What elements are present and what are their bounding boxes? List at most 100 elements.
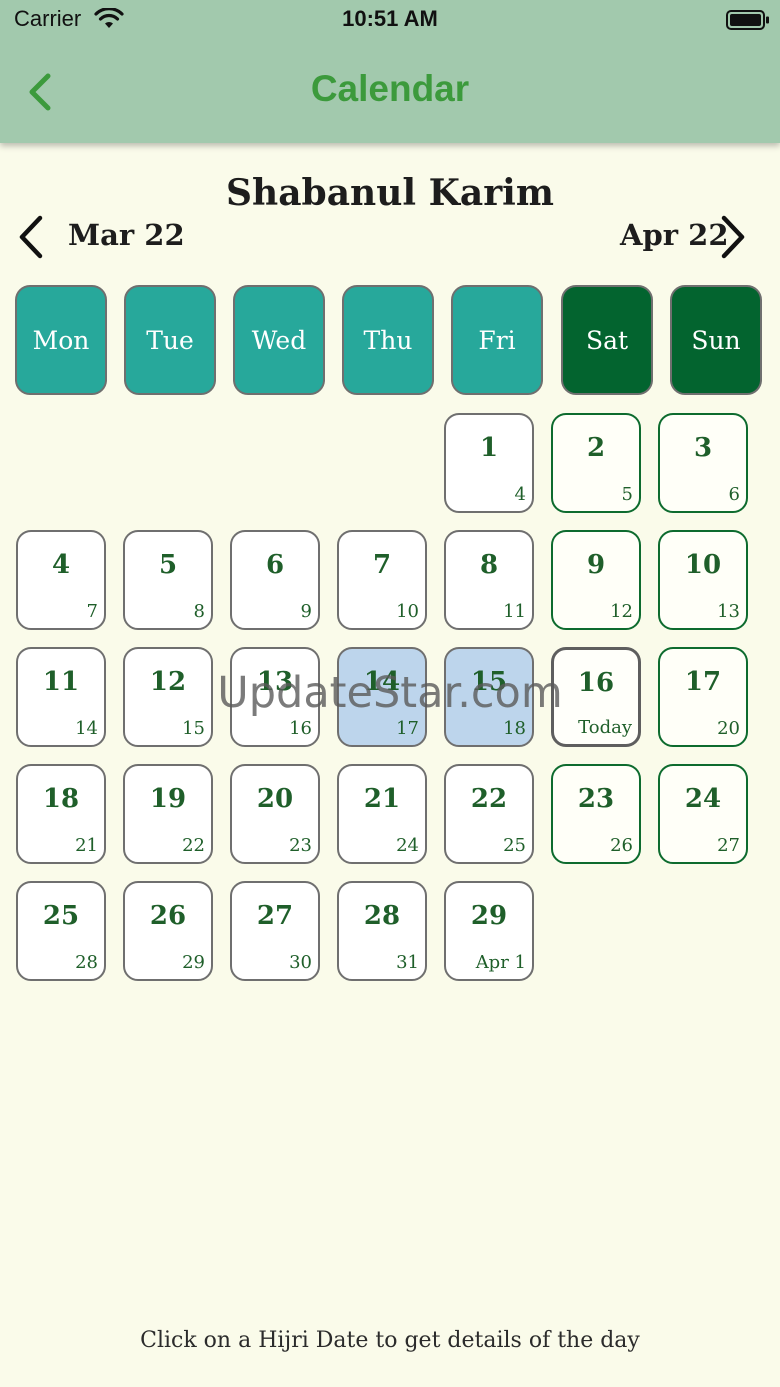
gregorian-date: 8 — [193, 601, 205, 622]
hijri-date: 17 — [684, 667, 722, 697]
today-label: Today — [578, 717, 632, 738]
day-cell-27[interactable]: 27 30 — [230, 881, 320, 981]
gregorian-date: 21 — [75, 835, 98, 856]
hijri-date: 3 — [693, 433, 713, 463]
footer-hint: Click on a Hijri Date to get details of … — [140, 1328, 640, 1353]
day-cell-9[interactable]: 9 12 — [551, 530, 641, 630]
hijri-date: 28 — [363, 901, 401, 931]
nav-title: Calendar — [310, 68, 470, 109]
day-cell-10[interactable]: 10 13 — [658, 530, 748, 630]
day-cell-21[interactable]: 21 24 — [337, 764, 427, 864]
hijri-date: 8 — [479, 550, 499, 580]
gregorian-date: 22 — [182, 835, 205, 856]
hijri-date: 6 — [265, 550, 285, 580]
hijri-date: 27 — [256, 901, 294, 931]
hijri-date: 20 — [256, 784, 294, 814]
hijri-date: 21 — [363, 784, 401, 814]
gregorian-date: 15 — [182, 718, 205, 739]
gregorian-date: 25 — [503, 835, 526, 856]
weekday-sun: Sun — [670, 285, 762, 395]
gregorian-date: 16 — [289, 718, 312, 739]
gregorian-date: 30 — [289, 952, 312, 973]
gregorian-date: 14 — [75, 718, 98, 739]
hijri-date: 18 — [42, 784, 80, 814]
status-time: 10:51 AM — [342, 6, 438, 31]
gregorian-date: 20 — [717, 718, 740, 739]
day-cell-14[interactable]: 14 17 — [337, 647, 427, 747]
weekday-fri: Fri — [451, 285, 543, 395]
day-cell-26[interactable]: 26 29 — [123, 881, 213, 981]
day-cell-4[interactable]: 47 — [16, 530, 106, 630]
day-cell-15[interactable]: 15 18 — [444, 647, 534, 747]
hijri-date: 16 — [577, 668, 615, 698]
gregorian-date: 23 — [289, 835, 312, 856]
day-cell-11[interactable]: 11 14 — [16, 647, 106, 747]
hijri-date: 22 — [470, 784, 508, 814]
day-cell-23[interactable]: 23 26 — [551, 764, 641, 864]
hijri-date: 5 — [158, 550, 178, 580]
hijri-date: 11 — [42, 667, 80, 697]
gregorian-date: 26 — [610, 835, 633, 856]
gregorian-date: 17 — [396, 718, 419, 739]
day-cell-20[interactable]: 20 23 — [230, 764, 320, 864]
weekday-tue: Tue — [124, 285, 216, 395]
gregorian-date: 12 — [610, 601, 633, 622]
hijri-date: 14 — [363, 667, 401, 697]
day-cell-29[interactable]: 29 Apr 1 — [444, 881, 534, 981]
hijri-date: 7 — [372, 550, 392, 580]
hijri-date: 2 — [586, 433, 606, 463]
day-cell-24[interactable]: 24 27 — [658, 764, 748, 864]
hijri-date: 12 — [149, 667, 187, 697]
month-title: Shabanul Karim — [226, 172, 554, 214]
hijri-date: 26 — [149, 901, 187, 931]
weekday-mon: Mon — [15, 285, 107, 395]
gregorian-date: 31 — [396, 952, 419, 973]
hijri-date: 15 — [470, 667, 508, 697]
gregorian-date: 28 — [75, 952, 98, 973]
gregorian-date: 5 — [621, 484, 633, 505]
day-cell-6[interactable]: 69 — [230, 530, 320, 630]
day-cell-17[interactable]: 17 20 — [658, 647, 748, 747]
gregorian-date: 29 — [182, 952, 205, 973]
day-cell-7[interactable]: 7 10 — [337, 530, 427, 630]
gregorian-date: 6 — [728, 484, 740, 505]
chevron-left-icon — [19, 215, 43, 259]
gregorian-date: Apr 1 — [475, 952, 526, 973]
hijri-date: 19 — [149, 784, 187, 814]
gregorian-date: 7 — [86, 601, 98, 622]
chevron-right-icon — [721, 215, 745, 259]
day-cell-19[interactable]: 19 22 — [123, 764, 213, 864]
hijri-date: 24 — [684, 784, 722, 814]
day-cell-5[interactable]: 58 — [123, 530, 213, 630]
day-cell-25[interactable]: 25 28 — [16, 881, 106, 981]
day-cell-18[interactable]: 18 21 — [16, 764, 106, 864]
hijri-date: 13 — [256, 667, 294, 697]
hijri-date: 9 — [586, 550, 606, 580]
day-cell-12[interactable]: 12 15 — [123, 647, 213, 747]
gregorian-date: 10 — [396, 601, 419, 622]
day-cell-3[interactable]: 36 — [658, 413, 748, 513]
day-cell-2[interactable]: 25 — [551, 413, 641, 513]
prev-month-button[interactable]: Mar 22 — [10, 212, 185, 262]
weekday-thu: Thu — [342, 285, 434, 395]
hijri-date: 29 — [470, 901, 508, 931]
next-month-label: Apr 22 — [620, 218, 729, 252]
day-cell-13[interactable]: 13 16 — [230, 647, 320, 747]
day-cell-22[interactable]: 22 25 — [444, 764, 534, 864]
hijri-date: 4 — [51, 550, 71, 580]
day-cell-28[interactable]: 28 31 — [337, 881, 427, 981]
battery-icon — [726, 10, 769, 30]
next-month-button[interactable]: Apr 22 — [600, 212, 770, 262]
day-cell-1[interactable]: 14 — [444, 413, 534, 513]
gregorian-date: 27 — [717, 835, 740, 856]
navigation-bar: Carrier 10:51 AM Calendar — [0, 0, 780, 143]
hijri-date: 10 — [684, 550, 722, 580]
weekday-sat: Sat — [561, 285, 653, 395]
hijri-date: 23 — [577, 784, 615, 814]
day-cell-16[interactable]: 16 Today — [551, 647, 641, 747]
hijri-date: 1 — [479, 433, 499, 463]
day-cell-8[interactable]: 8 11 — [444, 530, 534, 630]
gregorian-date: 4 — [514, 484, 526, 505]
gregorian-date: 24 — [396, 835, 419, 856]
gregorian-date: 18 — [503, 718, 526, 739]
